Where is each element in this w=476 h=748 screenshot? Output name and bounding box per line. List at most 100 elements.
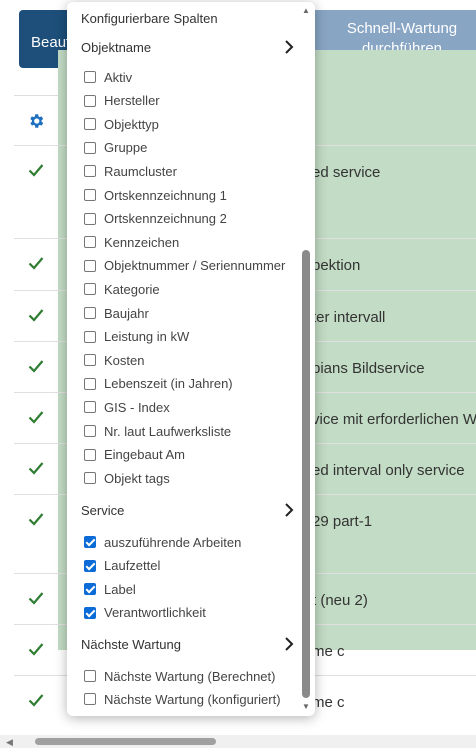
column-option-label: Nächste Wartung (Berechnet) <box>104 668 276 684</box>
column-option[interactable]: Laufzettel <box>84 557 160 575</box>
service-name-cell: ter intervall <box>312 309 386 326</box>
column-option-label: Hersteller <box>104 93 160 109</box>
column-option-label: Kosten <box>104 352 145 368</box>
check-icon <box>28 461 44 480</box>
column-checkbox[interactable] <box>84 330 96 343</box>
service-name-cell: t (neu 2) <box>312 592 368 609</box>
group-header-label: Nächste Wartung <box>81 637 181 652</box>
column-option-label: Kategorie <box>104 281 160 297</box>
column-checkbox[interactable] <box>84 118 96 131</box>
column-option-label: Laufzettel <box>104 558 161 574</box>
column-settings-button[interactable] <box>14 96 60 146</box>
column-option-label: Ortskennzeichnung 1 <box>104 187 227 203</box>
column-option[interactable]: Kosten <box>84 351 144 369</box>
check-icon <box>28 163 44 182</box>
column-option-label: Nr. laut Laufwerksliste <box>104 423 232 439</box>
column-option-label: Baujahr <box>104 305 149 321</box>
group-header-0[interactable]: Objektname <box>81 40 294 55</box>
column-option[interactable]: Eingebaut Am <box>84 446 185 464</box>
column-option[interactable]: Hersteller <box>84 92 160 110</box>
column-checkbox[interactable] <box>84 189 96 201</box>
column-option-label: Aktiv <box>104 69 133 85</box>
service-name-cell: 29 part-1 <box>312 513 373 530</box>
column-checkbox[interactable] <box>84 283 96 296</box>
column-option-label: Gruppe <box>104 140 148 156</box>
column-checkbox[interactable] <box>84 141 96 154</box>
service-name-cell: ed service <box>312 164 381 181</box>
column-option-label: Objekt tags <box>104 470 170 486</box>
column-option-label: Objekttyp <box>104 116 159 132</box>
column-option[interactable]: Aktiv <box>84 68 132 86</box>
column-checkbox[interactable] <box>84 536 96 548</box>
column-checkbox[interactable] <box>84 693 96 705</box>
horizontal-scrollbar[interactable]: ◀ <box>0 735 476 748</box>
service-name-cell: vice mit erforderlichen We <box>312 411 476 428</box>
column-checkbox[interactable] <box>84 425 96 437</box>
column-option[interactable]: Leistung in kW <box>84 328 189 346</box>
column-picker-scrollbar[interactable]: ▲ ▼ <box>299 2 313 716</box>
column-checkbox[interactable] <box>84 401 96 414</box>
column-option[interactable]: Ortskennzeichnung 2 <box>84 210 227 228</box>
column-checkbox[interactable] <box>84 377 96 390</box>
scroll-left-icon[interactable]: ◀ <box>6 737 13 748</box>
column-option[interactable]: Kategorie <box>84 280 160 298</box>
column-option-label: Nächste Wartung (konfiguriert) <box>104 691 281 707</box>
group-header-label: Objektname <box>81 40 152 55</box>
check-icon <box>28 256 44 275</box>
column-option[interactable]: Nr. laut Laufwerksliste <box>84 422 231 440</box>
column-option[interactable]: auszuführende Arbeiten <box>84 533 241 551</box>
scroll-up-icon[interactable]: ▲ <box>302 6 310 15</box>
column-option-label: Objektnummer / Seriennummer <box>104 258 286 274</box>
column-option[interactable]: Objektnummer / Seriennummer <box>84 257 285 275</box>
column-option[interactable]: Raumcluster <box>84 162 177 180</box>
quick-service-label-line1: Schnell-Wartung <box>346 20 458 37</box>
column-option[interactable]: Verantwortlichkeit <box>84 604 206 622</box>
column-option[interactable]: Gruppe <box>84 139 147 157</box>
column-checkbox[interactable] <box>84 236 96 249</box>
column-option-label: Eingebaut Am <box>104 447 185 463</box>
column-checkbox[interactable] <box>84 670 96 682</box>
service-name-cell: ed interval only service <box>312 462 465 479</box>
service-name-cell: me c <box>312 694 345 711</box>
column-checkbox[interactable] <box>84 94 96 107</box>
check-icon <box>28 693 44 712</box>
column-checkbox[interactable] <box>84 606 96 619</box>
vertical-scroll-thumb[interactable] <box>302 250 310 698</box>
service-name-cell: me c <box>312 643 345 660</box>
column-checkbox[interactable] <box>84 165 96 178</box>
chevron-right-icon[interactable] <box>284 40 294 57</box>
column-option[interactable]: Objekttyp <box>84 115 159 133</box>
chevron-right-icon[interactable] <box>284 503 294 520</box>
scroll-down-icon[interactable]: ▼ <box>302 702 310 711</box>
column-checkbox[interactable] <box>84 71 96 83</box>
column-option[interactable]: Label <box>84 580 136 598</box>
column-option[interactable]: Kennzeichen <box>84 233 179 251</box>
column-checkbox[interactable] <box>84 354 96 367</box>
column-checkbox[interactable] <box>84 259 96 272</box>
chevron-right-icon[interactable] <box>284 637 294 654</box>
group-header-label: Service <box>81 503 125 518</box>
column-option[interactable]: Objekt tags <box>84 469 170 487</box>
column-checkbox[interactable] <box>84 307 96 319</box>
group-header-2[interactable]: Nächste Wartung <box>81 637 294 652</box>
column-checkbox[interactable] <box>84 583 96 596</box>
column-option[interactable]: Lebenszeit (in Jahren) <box>84 375 233 393</box>
column-option[interactable]: GIS - Index <box>84 398 170 416</box>
column-option-label: Leistung in kW <box>104 329 190 345</box>
check-icon <box>28 308 44 327</box>
check-icon <box>28 359 44 378</box>
column-checkbox[interactable] <box>84 448 96 461</box>
column-option[interactable]: Ortskennzeichnung 1 <box>84 186 227 204</box>
service-name-cell: bians Bildservice <box>312 360 425 377</box>
column-option[interactable]: Baujahr <box>84 304 149 322</box>
gear-icon <box>30 114 44 128</box>
column-checkbox[interactable] <box>84 559 96 572</box>
column-checkbox[interactable] <box>84 212 96 225</box>
check-icon <box>28 512 44 531</box>
column-checkbox[interactable] <box>84 472 96 485</box>
group-header-1[interactable]: Service <box>81 503 294 518</box>
column-option[interactable]: Nächste Wartung (konfiguriert) <box>84 690 281 708</box>
column-option[interactable]: Nächste Wartung (Berechnet) <box>84 667 275 685</box>
column-option-label: Kennzeichen <box>104 234 180 250</box>
horizontal-scroll-thumb[interactable] <box>35 738 216 745</box>
